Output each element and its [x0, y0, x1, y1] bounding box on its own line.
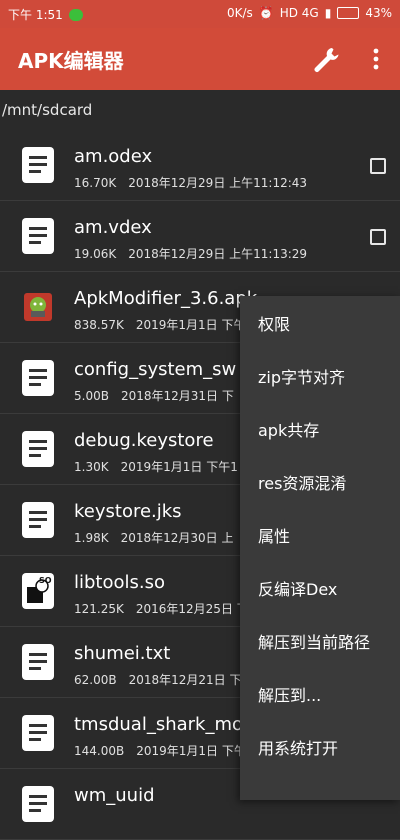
menu-item[interactable]: 权限 [240, 296, 400, 349]
file-date: 2018年12月31日 下 [120, 389, 234, 403]
document-icon [22, 431, 54, 467]
document-icon [22, 786, 54, 822]
battery-icon [337, 7, 360, 19]
file-meta: 1.30K 2019年1月1日 下午1 [74, 458, 238, 475]
file-name: tmsdual_shark_mo [74, 714, 244, 735]
file-meta: 5.00B 2018年12月31日 下 [74, 387, 234, 404]
file-date: 2018年12月21日 下 [128, 673, 242, 687]
menu-item[interactable]: 解压到当前路径 [240, 614, 400, 667]
file-meta: 121.25K 2016年12月25日 下 [74, 600, 249, 617]
file-name: shumei.txt [74, 643, 171, 664]
file-meta: 62.00B 2018年12月21日 下 [74, 671, 242, 688]
file-row[interactable]: am.vdex 19.06K 2018年12月29日 上午11:13:29 [0, 201, 400, 272]
file-meta: 1.98K 2018年12月30日 上 [74, 529, 234, 546]
menu-item[interactable]: 反编译Dex [240, 561, 400, 614]
file-name: debug.keystore [74, 430, 214, 451]
file-size: 1.30K [74, 460, 109, 474]
app-title: APK编辑器 [18, 48, 124, 73]
document-icon [22, 147, 54, 183]
file-name: wm_uuid [74, 785, 155, 806]
document-icon [22, 218, 54, 254]
file-name: keystore.jks [74, 501, 182, 522]
network-type: HD 4G [279, 6, 319, 20]
file-name: config_system_sw [74, 359, 237, 380]
document-icon [22, 715, 54, 751]
file-size: 144.00B [74, 744, 125, 758]
apk-icon [24, 293, 52, 321]
file-name: ApkModifier_3.6.apk [74, 288, 258, 309]
file-meta: 838.57K 2019年1月1日 下午 [74, 316, 245, 333]
battery-level: 43% [365, 6, 392, 20]
file-row[interactable]: am.odex 16.70K 2018年12月29日 上午11:12:43 [0, 130, 400, 201]
app-bar: APK编辑器 [0, 28, 400, 90]
file-size: 62.00B [74, 673, 117, 687]
file-name: libtools.so [74, 572, 166, 593]
status-bar: 下午 1:51 0K/s ⏰ HD 4G ▮ 43% [0, 0, 400, 28]
status-left: 下午 1:51 [8, 6, 83, 23]
file-meta [74, 813, 86, 827]
file-checkbox[interactable] [370, 229, 386, 245]
svg-text:SO: SO [39, 576, 52, 585]
context-menu: 权限 zip字节对齐 apk共存 res资源混淆 属性 反编译Dex 解压到当前路径 解压到.… [240, 296, 400, 800]
file-size: 5.00B [74, 389, 109, 403]
document-icon [22, 360, 54, 396]
file-date: 2019年1月1日 下午 [136, 744, 246, 758]
file-name: am.vdex [74, 217, 152, 238]
file-size: 121.25K [74, 602, 124, 616]
signal-icon: ▮ [324, 6, 332, 20]
status-time: 下午 1:51 [8, 8, 63, 22]
file-meta: 16.70K 2018年12月29日 上午11:12:43 [74, 174, 307, 191]
file-date: 2019年1月1日 下午1 [120, 460, 238, 474]
file-name: am.odex [74, 146, 153, 167]
file-date: 2018年12月30日 上 [120, 531, 234, 545]
document-icon [22, 502, 54, 538]
network-speed: 0K/s [226, 6, 253, 20]
menu-item[interactable]: 用系统打开 [240, 720, 400, 773]
file-size: 838.57K [74, 318, 124, 332]
menu-item[interactable]: zip字节对齐 [240, 349, 400, 402]
document-icon [22, 644, 54, 680]
so-file-icon: SO [22, 573, 54, 609]
menu-item[interactable]: 解压到... [240, 667, 400, 720]
status-right: 0K/s ⏰ HD 4G ▮ 43% [227, 6, 392, 20]
file-date: 2016年12月25日 下 [135, 602, 249, 616]
file-meta: 144.00B 2019年1月1日 下午 [74, 742, 246, 759]
more-vertical-icon[interactable] [364, 46, 388, 72]
current-path: /mnt/sdcard [2, 101, 93, 119]
menu-item[interactable]: 属性 [240, 508, 400, 561]
file-meta: 19.06K 2018年12月29日 上午11:13:29 [74, 245, 307, 262]
file-date: 2019年1月1日 下午 [135, 318, 246, 332]
menu-item[interactable]: res资源混淆 [240, 455, 400, 508]
menu-item[interactable]: apk共存 [240, 402, 400, 455]
file-date: 2018年12月29日 上午11:13:29 [128, 247, 308, 261]
alarm-icon: ⏰ [258, 6, 274, 20]
file-checkbox[interactable] [370, 158, 386, 174]
file-size: 16.70K [74, 176, 117, 190]
file-size: 19.06K [74, 247, 117, 261]
wrench-icon[interactable] [310, 44, 342, 76]
file-date: 2018年12月29日 上午11:12:43 [128, 176, 308, 190]
wechat-icon [68, 8, 83, 21]
file-size: 1.98K [74, 531, 109, 545]
